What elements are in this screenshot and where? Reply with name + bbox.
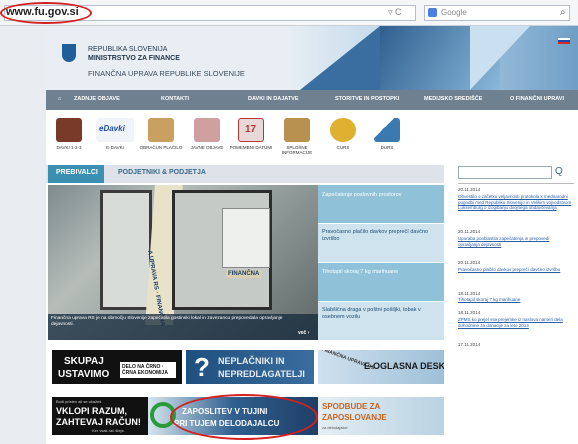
tile-label: DAVKI 1-2-3 — [56, 145, 82, 150]
news-title[interactable]: Tihotapil skoraj 7 kg marihuane — [322, 269, 440, 276]
photo-plate: FINANČNA — [226, 270, 262, 278]
tile-label: OBRAČUN PLAČILO — [139, 145, 183, 150]
feed-date: 18.11.2014 — [458, 310, 481, 315]
news-title[interactable]: Slabšična draga v poštni pošiljki, tobak… — [322, 307, 440, 321]
banner-text: VKLOPI RAZUM, — [56, 406, 127, 416]
header-agency: FINANČNA UPRAVA REPUBLIKE SLOVENIJE — [88, 69, 245, 78]
banner-badge: DELO NA ČRNO · ČRNA EKONOMIJA — [120, 362, 176, 378]
durs-logo-icon — [374, 118, 400, 142]
feed-date: 18.11.2014 — [458, 291, 481, 296]
nav-item-kontakti[interactable]: KONTAKTI — [161, 96, 189, 102]
tab-prebivalci-label[interactable]: PREBIVALCI — [56, 169, 98, 176]
banner-text: SPODBUDE ZA — [322, 402, 381, 411]
banner-text: ZAPOSLOVANJE — [322, 413, 387, 422]
banner-note: za delodajalce — [322, 425, 348, 430]
banner-small: Bodi pristen ali se ukažeš — [56, 399, 102, 404]
banner-text: USTAVIMO — [58, 369, 110, 380]
feed-date: 20.11.2014 — [458, 187, 481, 192]
banner-text: E-OGLASNA DESKA — [364, 361, 444, 371]
feed-date: 17.11.2014 — [458, 342, 481, 347]
header-ministry: MINISTRSTVO ZA FINANCE — [88, 55, 180, 62]
feed-link[interactable]: Tihotapil skoraj 7 kg marihuane — [458, 297, 572, 303]
banner-e-oglasna-deska[interactable]: FINANČNA UPRAVA RS E-OGLASNA DESKA — [318, 350, 444, 384]
banner-spodbude[interactable]: SPODBUDE ZA ZAPOSLOVANJE za delodajalce — [318, 397, 444, 435]
search-placeholder: Google — [441, 8, 467, 17]
news-title[interactable]: Pravočasno plačilo davkov preprečí davčn… — [322, 229, 440, 243]
photo-caption[interactable]: Finančna uprava RS je na območju Sloveni… — [51, 316, 301, 328]
banner-vklopi-razum[interactable]: Bodi pristen ali se ukažeš VKLOPI RAZUM,… — [52, 397, 148, 435]
news-item[interactable] — [318, 185, 444, 223]
tile-javne-objave[interactable]: JAVNE OBJAVE — [188, 118, 226, 158]
tile-label: CURS — [336, 145, 350, 150]
header-decoration — [470, 26, 530, 90]
announcement-icon — [194, 118, 220, 142]
tab-bar — [46, 165, 444, 183]
coat-of-arms-logo[interactable] — [62, 44, 76, 62]
site-search-input[interactable] — [458, 166, 552, 179]
search-icon[interactable]: Q — [555, 166, 563, 177]
edavki-logo-text: eDavki — [99, 124, 125, 133]
banner-skupaj-ustavimo[interactable]: SKUPAJ USTAVIMO DELO NA ČRNO · ČRNA EKON… — [52, 350, 182, 384]
banner-neplacniki[interactable]: ? NEPLAČNIKI IN NEPREDLAGATELJI — [186, 350, 314, 384]
nav-item-medijsko[interactable]: MEDIJSKO SREDIŠČE — [424, 96, 482, 102]
edavki-logo-icon: eDavki — [96, 118, 134, 142]
banner-text: SKUPAJ — [64, 356, 104, 367]
tile-durs[interactable]: DURS — [368, 118, 406, 158]
header-country: REPUBLIKA SLOVENIJA — [88, 46, 168, 53]
divider — [458, 183, 574, 184]
tile-curs[interactable]: CURS — [324, 118, 362, 158]
info-icon — [284, 118, 310, 142]
tile-label: SPLOŠNE INFORMACIJE — [281, 145, 313, 155]
banner-highlight-oval — [170, 394, 318, 440]
feed-link[interactable]: Pravočasno plačilo davkov preprečí davčn… — [458, 267, 572, 273]
banner-text: NEPLAČNIKI IN — [218, 356, 285, 366]
tile-label: JAVNE OBJAVE — [190, 145, 224, 150]
nav-home-icon[interactable]: ⌂ — [58, 96, 61, 102]
main-nav — [46, 90, 578, 110]
tile-pomembni-datumi[interactable]: 17 POMEMBNI DATUMI — [230, 118, 272, 158]
photo-notice — [222, 208, 270, 268]
feed-date: 20.11.2014 — [458, 229, 481, 234]
people-icon — [56, 118, 82, 142]
tab-podjetniki-label[interactable]: PODJETNIKI & PODJETJA — [118, 169, 206, 176]
header-decoration — [300, 26, 380, 90]
nav-item-davki[interactable]: DAVKI IN DAJATVE — [248, 96, 299, 102]
tile-label: POMEMBNI DATUMI — [229, 145, 273, 150]
feed-link[interactable]: ZPMS ko prejel vse prejemke iz naslova n… — [458, 317, 572, 328]
banner-text: NEPREDLAGATELJI — [218, 369, 305, 379]
nav-item-storitve[interactable]: STORITVE IN POSTOPKI — [335, 96, 399, 102]
tile-davki-123[interactable]: DAVKI 1-2-3 — [50, 118, 88, 158]
tile-splosne-informacije[interactable]: SPLOŠNE INFORMACIJE — [278, 118, 316, 158]
feed-link[interactable]: Obvestilo o začetku veljavnosti protokol… — [458, 194, 572, 211]
tile-obracun[interactable]: OBRAČUN PLAČILO — [140, 118, 182, 158]
calendar-icon: 17 — [238, 118, 264, 142]
payment-icon — [148, 118, 174, 142]
feed-date: 20.11.2014 — [458, 260, 481, 265]
reload-icon[interactable]: ▿ C — [388, 7, 402, 18]
read-more-link[interactable]: več › — [298, 330, 309, 336]
slovenian-flag-icon[interactable] — [558, 38, 570, 44]
banner-text: ZAHTEVAJ RAČUN! — [56, 417, 141, 427]
tile-label: E-DAVKI — [106, 145, 124, 150]
nav-item-o-financni[interactable]: O FINANČNI UPRAVI — [510, 96, 564, 102]
question-mark-icon: ? — [194, 352, 210, 382]
tile-edavki[interactable]: eDavki E-DAVKI — [96, 118, 134, 158]
browser-search-box[interactable]: Google — [424, 5, 570, 21]
nav-item-zadnje-objave[interactable]: ZADNJE OBJAVE — [74, 96, 120, 102]
tile-label: DURS — [380, 145, 394, 150]
search-icon[interactable]: ⌕ — [560, 7, 566, 18]
banner-note: Ker vsak rač šteje. — [92, 428, 125, 433]
photo-door — [100, 190, 152, 310]
url-highlight-oval — [0, 2, 92, 24]
news-title[interactable]: Zapečatenje poslovnih prostorov — [322, 192, 440, 199]
feed-link[interactable]: Uporaba pooblastila zapečatenja in prepo… — [458, 236, 572, 247]
curs-logo-icon — [330, 118, 356, 142]
google-icon — [428, 8, 437, 17]
